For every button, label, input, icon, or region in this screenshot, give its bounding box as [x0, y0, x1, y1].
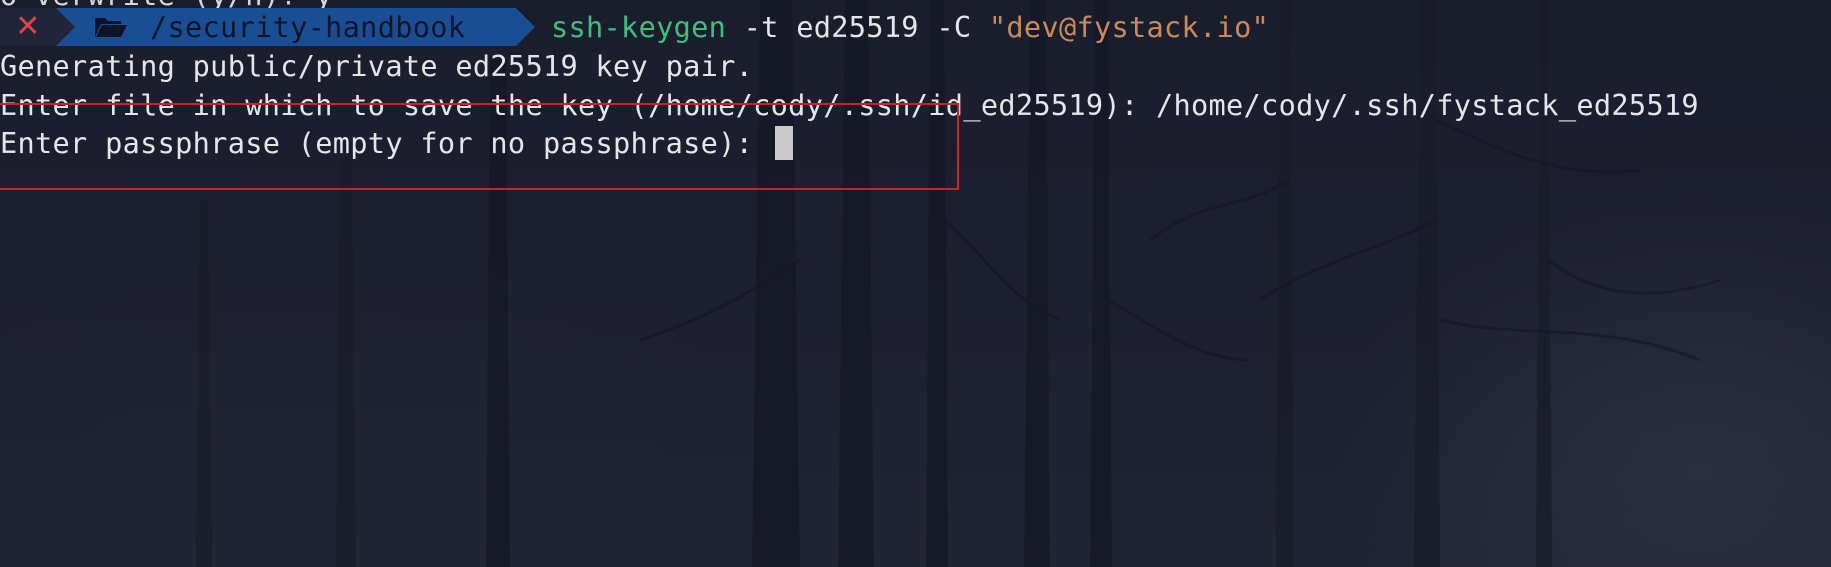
prompt-end-arrow	[516, 8, 535, 46]
terminal-window[interactable]: o verwrite (y/n)? y ✕ /security-handbook…	[0, 0, 1831, 567]
output-file-prompt-line: Enter file in which to save the key (/ho…	[0, 88, 1699, 122]
folder-open-icon	[95, 18, 127, 37]
passphrase-prompt-text: Enter passphrase (empty for no passphras…	[0, 126, 771, 160]
command-program: ssh-keygen	[551, 10, 727, 44]
error-status-icon: ✕	[0, 8, 56, 46]
prompt-separator-arrow	[56, 8, 75, 46]
current-directory-path: /security-handbook	[150, 10, 466, 44]
command-args: -t ed25519 -C	[743, 10, 972, 44]
prompt-line: ✕ /security-handbook ssh-keygen -t ed255…	[0, 8, 1831, 46]
command-comment-string: "dev@fystack.io"	[988, 10, 1270, 44]
text-cursor[interactable]	[774, 126, 793, 160]
passphrase-prompt-line: Enter passphrase (empty for no passphras…	[0, 124, 793, 162]
command-input: ssh-keygen -t ed25519 -C "dev@fystack.io…	[551, 8, 1269, 46]
output-generating-line: Generating public/private ed25519 key pa…	[0, 49, 754, 83]
